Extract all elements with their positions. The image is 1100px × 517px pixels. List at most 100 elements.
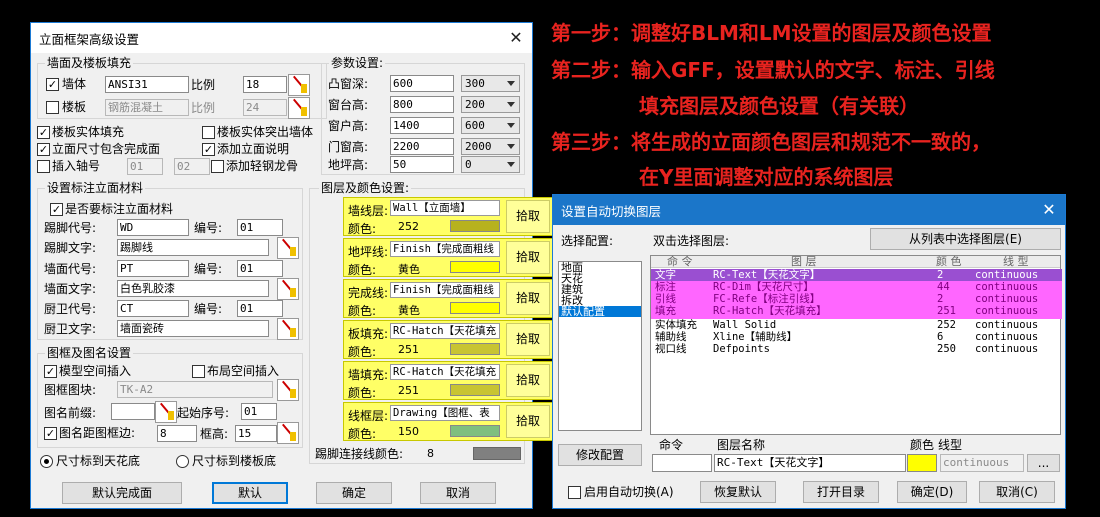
header-layer[interactable]: 图 层 — [791, 256, 817, 268]
kick-pick-icon[interactable] — [277, 237, 299, 259]
kick-color-swatch[interactable] — [473, 447, 521, 460]
param-select[interactable]: 0 — [461, 156, 520, 173]
axis-end-field[interactable]: 02 — [174, 158, 210, 175]
layer-color-swatch[interactable] — [450, 384, 500, 396]
layer-color-value: 251 — [398, 384, 419, 397]
config-list[interactable]: 地面 天花 建筑 拆改 默认配置 — [558, 261, 642, 431]
cancel-button[interactable]: 取消 — [420, 482, 496, 504]
close-icon[interactable]: ✕ — [506, 28, 526, 48]
ellipsis-button[interactable]: ... — [1027, 454, 1060, 472]
wall-code-field[interactable]: PT — [117, 260, 189, 277]
edit-color-swatch[interactable] — [907, 454, 937, 472]
layer-row-field[interactable]: Drawing【图框、表 — [390, 405, 500, 421]
param-label: 窗台高: — [328, 98, 369, 112]
kick-code-field[interactable]: WD — [117, 219, 189, 236]
height-pick-icon[interactable] — [277, 422, 299, 444]
frame-height-field[interactable]: 15 — [235, 425, 277, 442]
name-prefix-field[interactable] — [111, 403, 155, 420]
header-ltype[interactable]: 线 型 — [1003, 256, 1029, 268]
ok-button[interactable]: 确定 — [316, 482, 392, 504]
layer-color-swatch[interactable] — [450, 425, 500, 437]
param-select[interactable]: 2000 — [461, 138, 520, 155]
param-value-field[interactable]: 50 — [390, 156, 454, 173]
slab-pick-icon[interactable] — [288, 97, 310, 119]
cell-ltype: continuous — [975, 293, 1039, 305]
wall-text-pick-icon[interactable] — [277, 278, 299, 300]
add-desc-checkbox[interactable]: ✓ — [202, 143, 215, 156]
slab-checkbox[interactable] — [46, 101, 59, 114]
layer-color-swatch[interactable] — [450, 261, 500, 273]
from-list-button[interactable]: 从列表中选择图层(E) — [870, 228, 1061, 250]
kick-num-field[interactable]: 01 — [237, 219, 283, 236]
wall-pattern-field[interactable]: ANSI31 — [105, 76, 189, 93]
config-item-selected[interactable]: 默认配置 — [559, 306, 641, 317]
header-cmd[interactable]: 命 令 — [667, 256, 693, 268]
modify-config-button[interactable]: 修改配置 — [558, 444, 642, 466]
layer-color-swatch[interactable] — [450, 220, 500, 232]
need-material-checkbox[interactable]: ✓ — [50, 203, 63, 216]
param-select[interactable]: 300 — [461, 75, 520, 92]
default-button[interactable]: 默认 — [212, 482, 288, 504]
axis-start-field[interactable]: 01 — [127, 158, 163, 175]
facade-dim-checkbox[interactable]: ✓ — [37, 143, 50, 156]
name-dist-field[interactable]: 8 — [157, 425, 197, 442]
model-space-checkbox[interactable]: ✓ — [44, 365, 57, 378]
insert-axis-checkbox[interactable] — [37, 160, 50, 173]
wall-text-field[interactable]: 白色乳胶漆 — [117, 280, 269, 297]
cancel-button[interactable]: 取消(C) — [979, 481, 1055, 503]
layer-table[interactable]: 命 令 图 层 颜 色 线 型 文字 RC-Text【天花文字】 2 conti… — [650, 255, 1062, 435]
edit-ltype-field[interactable]: continuous — [940, 454, 1024, 472]
wall-pick-icon[interactable] — [288, 74, 310, 96]
layer-row-field[interactable]: RC-Hatch【天花填充 — [390, 323, 500, 339]
param-value-field[interactable]: 1400 — [390, 117, 454, 134]
prefix-pick-icon[interactable] — [155, 401, 177, 423]
layer-row-field[interactable]: Finish【完成面粗线 — [390, 241, 500, 257]
layer-pick-button[interactable]: 拾取 — [506, 364, 550, 397]
bath-num-field[interactable]: 01 — [237, 300, 283, 317]
layer-row-field[interactable]: Finish【完成面粗线 — [390, 282, 500, 298]
layer-row-field[interactable]: Wall【立面墙】 — [390, 200, 500, 216]
ok-button[interactable]: 确定(D) — [897, 481, 967, 503]
bath-text-pick-icon[interactable] — [277, 318, 299, 340]
frame-pick-icon[interactable] — [277, 379, 299, 401]
start-no-field[interactable]: 01 — [241, 403, 277, 420]
edit-cmd-field[interactable] — [652, 454, 712, 472]
layer-pick-button[interactable]: 拾取 — [506, 200, 550, 233]
radio-ceiling[interactable] — [40, 455, 53, 468]
param-select[interactable]: 600 — [461, 117, 520, 134]
frame-block-field[interactable]: TK-A2 — [117, 381, 273, 398]
layer-pick-button[interactable]: 拾取 — [506, 405, 550, 438]
radio-slab[interactable] — [176, 455, 189, 468]
slab-ratio-field[interactable]: 24 — [243, 99, 287, 116]
open-dir-button[interactable]: 打开目录 — [803, 481, 879, 503]
wall-num-field[interactable]: 01 — [237, 260, 283, 277]
bath-code-label: 厨卫代号: — [44, 302, 97, 316]
bath-text-field[interactable]: 墙面瓷砖 — [117, 320, 269, 337]
default-finish-button[interactable]: 默认完成面 — [62, 482, 182, 504]
wall-ratio-field[interactable]: 18 — [243, 76, 287, 93]
layer-pick-button[interactable]: 拾取 — [506, 241, 550, 274]
layer-color-swatch[interactable] — [450, 343, 500, 355]
auto-switch-checkbox[interactable] — [568, 486, 581, 499]
layer-color-swatch[interactable] — [450, 302, 500, 314]
param-value-field[interactable]: 800 — [390, 96, 454, 113]
layer-row-field[interactable]: RC-Hatch【天花填充 — [390, 364, 500, 380]
slab-pattern-field[interactable]: 钢筋混凝土 — [105, 99, 189, 116]
layer-pick-button[interactable]: 拾取 — [506, 282, 550, 315]
param-value-field[interactable]: 2200 — [390, 138, 454, 155]
bath-code-field[interactable]: CT — [117, 300, 189, 317]
param-value-field[interactable]: 600 — [390, 75, 454, 92]
header-color[interactable]: 颜 色 — [936, 256, 962, 268]
wall-checkbox[interactable]: ✓ — [46, 78, 59, 91]
add-keel-checkbox[interactable] — [211, 160, 224, 173]
slab-out-wall-checkbox[interactable] — [202, 126, 215, 139]
close-icon[interactable]: ✕ — [1039, 200, 1059, 220]
restore-default-button[interactable]: 恢复默认 — [700, 481, 776, 503]
layer-pick-button[interactable]: 拾取 — [506, 323, 550, 356]
kick-text-field[interactable]: 踢脚线 — [117, 239, 269, 256]
layout-space-checkbox[interactable] — [192, 365, 205, 378]
solid-fill-checkbox[interactable]: ✓ — [37, 126, 50, 139]
name-dist-checkbox[interactable]: ✓ — [44, 427, 57, 440]
edit-layer-field[interactable]: RC-Text【天花文字】 — [714, 454, 906, 472]
param-select[interactable]: 200 — [461, 96, 520, 113]
